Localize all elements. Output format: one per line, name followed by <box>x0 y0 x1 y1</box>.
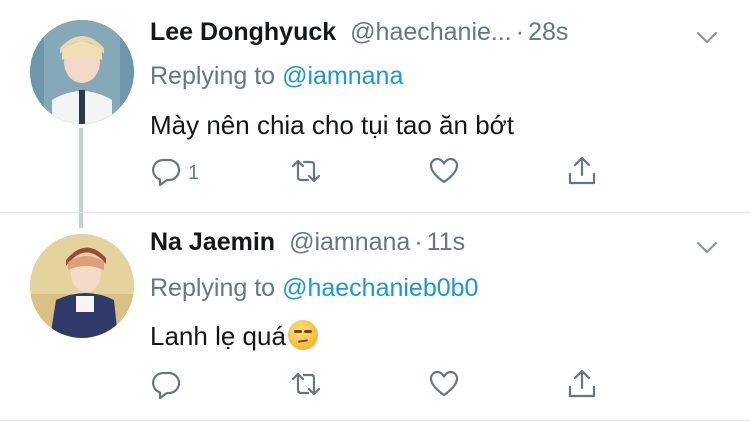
like-button[interactable] <box>428 155 460 191</box>
tweet-text-container: Lanh lẹ quá <box>150 320 318 352</box>
tweet-header: Na Jaemin @iamnana · 11s <box>150 228 465 264</box>
heart-icon <box>428 155 460 192</box>
avatar[interactable] <box>30 234 134 338</box>
timestamp[interactable]: 28s <box>528 18 568 47</box>
replying-to-line: Replying to @iamnana <box>150 62 403 91</box>
tweet-actions: 1 <box>150 155 610 195</box>
share-button[interactable] <box>566 155 598 191</box>
tweet-text: Mày nên chia cho tụi tao ăn bớt <box>150 110 514 140</box>
reply-count: 1 <box>188 161 200 184</box>
tweet-item[interactable]: Lee Donghyuck @haechanie... · 28s Replyi… <box>0 0 750 228</box>
timestamp[interactable]: 11s <box>427 228 465 257</box>
reply-icon <box>150 368 182 405</box>
separator-dot: · <box>515 18 525 46</box>
retweet-button[interactable] <box>290 155 322 191</box>
mention-link[interactable]: @iamnana <box>282 62 403 90</box>
replying-label: Replying to <box>150 274 276 302</box>
tweet-divider <box>0 420 750 421</box>
reply-button[interactable]: 1 <box>150 155 199 191</box>
chevron-down-icon[interactable] <box>694 24 720 50</box>
user-handle[interactable]: @iamnana <box>289 228 410 257</box>
avatar[interactable] <box>30 20 134 124</box>
unamused-face-emoji <box>287 320 318 350</box>
replying-label: Replying to <box>150 62 276 90</box>
chevron-down-icon[interactable] <box>694 234 720 260</box>
heart-icon <box>428 368 460 405</box>
tweet-actions <box>150 368 610 408</box>
display-name[interactable]: Lee Donghyuck <box>150 18 336 47</box>
reply-button[interactable] <box>150 368 188 404</box>
separator-dot: · <box>414 228 423 256</box>
share-icon <box>566 155 598 192</box>
reply-icon <box>150 155 182 192</box>
retweet-icon <box>290 155 322 192</box>
tweet-item[interactable]: Na Jaemin @iamnana · 11s Replying to @hae… <box>0 212 750 422</box>
mention-link[interactable]: @haechanieb0b0 <box>282 274 478 302</box>
share-button[interactable] <box>566 368 598 404</box>
user-handle[interactable]: @haechanie... <box>350 18 512 47</box>
retweet-button[interactable] <box>290 368 322 404</box>
display-name[interactable]: Na Jaemin <box>150 228 275 257</box>
tweet-text: Lanh lẹ quá <box>150 321 286 351</box>
tweet-header: Lee Donghyuck @haechanie... · 28s <box>150 18 568 54</box>
retweet-icon <box>290 368 322 405</box>
share-icon <box>566 368 598 405</box>
like-button[interactable] <box>428 368 460 404</box>
replying-to-line: Replying to @haechanieb0b0 <box>150 274 478 303</box>
